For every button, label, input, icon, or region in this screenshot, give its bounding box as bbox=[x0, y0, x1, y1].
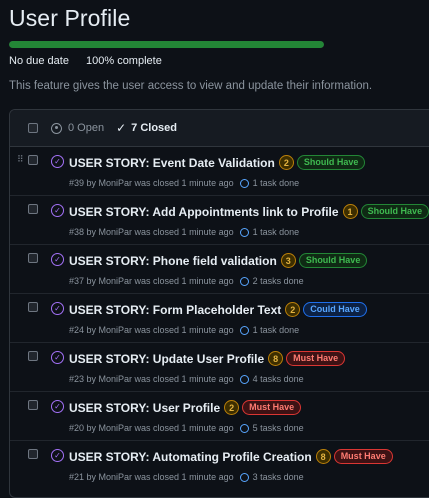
issue-meta-text: #39 by MoniPar was closed 1 minute ago bbox=[69, 178, 234, 188]
task-progress-icon bbox=[239, 423, 249, 433]
priority-label[interactable]: Could Have bbox=[303, 302, 367, 317]
issue-closed-icon: ✓ bbox=[51, 302, 64, 315]
issue-title-link[interactable]: USER STORY: Form Placeholder Text bbox=[69, 303, 281, 317]
issue-title-line: USER STORY: Event Date Validation 2 Shou… bbox=[69, 155, 366, 170]
issue-checkbox[interactable] bbox=[28, 449, 38, 459]
issue-meta: #20 by MoniPar was closed 1 minute ago 5… bbox=[69, 423, 304, 433]
check-icon: ✓ bbox=[116, 121, 127, 135]
issue-list-header: 0 Open ✓ 7 Closed bbox=[10, 110, 429, 147]
story-points-badge: 2 bbox=[224, 400, 240, 415]
drag-handle-icon[interactable]: ⠿ bbox=[17, 155, 24, 164]
issue-checkbox[interactable] bbox=[28, 155, 38, 165]
issue-meta: #38 by MoniPar was closed 1 minute ago 1… bbox=[69, 227, 299, 237]
priority-label[interactable]: Should Have bbox=[296, 155, 366, 170]
issue-closed-icon: ✓ bbox=[51, 253, 64, 266]
issue-meta-text: #20 by MoniPar was closed 1 minute ago bbox=[69, 423, 234, 433]
milestone-title: User Profile bbox=[9, 5, 131, 31]
milestone-progress-bar bbox=[9, 41, 324, 48]
issue-title-link[interactable]: USER STORY: Phone field validation bbox=[69, 254, 277, 268]
issue-checkbox[interactable] bbox=[28, 400, 38, 410]
story-points-badge: 8 bbox=[315, 449, 331, 464]
task-count: 1 task done bbox=[252, 178, 300, 188]
issue-row[interactable]: ⠿ ✓ USER STORY: Event Date Validation 2 S… bbox=[10, 147, 429, 196]
issue-closed-icon: ✓ bbox=[51, 449, 64, 462]
milestone-meta: No due date 100% complete bbox=[9, 55, 176, 67]
closed-count: 7 Closed bbox=[131, 122, 178, 134]
task-progress-icon bbox=[239, 178, 249, 188]
task-progress-icon bbox=[239, 227, 249, 237]
issue-meta-text: #24 by MoniPar was closed 1 minute ago bbox=[69, 325, 234, 335]
story-points-badge: 3 bbox=[280, 253, 296, 268]
issue-checkbox[interactable] bbox=[28, 204, 38, 214]
issue-meta-text: #21 by MoniPar was closed 1 minute ago bbox=[69, 472, 234, 482]
issue-rows: ⠿ ✓ USER STORY: Event Date Validation 2 S… bbox=[10, 147, 429, 490]
issue-title-link[interactable]: USER STORY: Automating Profile Creation bbox=[69, 450, 312, 464]
open-filter-tab[interactable]: 0 Open bbox=[51, 122, 104, 134]
task-count: 4 tasks done bbox=[252, 374, 304, 384]
priority-label[interactable]: Must Have bbox=[333, 449, 393, 464]
task-count: 2 tasks done bbox=[252, 276, 304, 286]
issue-row[interactable]: ✓ USER STORY: Phone field validation 3 S… bbox=[10, 245, 429, 294]
issue-list: 0 Open ✓ 7 Closed ⠿ ✓ USER STORY: Event D… bbox=[9, 109, 429, 498]
issue-title-line: USER STORY: Form Placeholder Text 2 Coul… bbox=[69, 302, 367, 317]
issue-meta: #21 by MoniPar was closed 1 minute ago 3… bbox=[69, 472, 304, 482]
priority-label[interactable]: Should Have bbox=[298, 253, 368, 268]
progress-fill bbox=[9, 41, 324, 48]
issue-meta: #23 by MoniPar was closed 1 minute ago 4… bbox=[69, 374, 304, 384]
task-progress-icon bbox=[239, 276, 249, 286]
completion-percent: 100% complete bbox=[86, 55, 162, 67]
issue-title-line: USER STORY: Update User Profile 8 Must H… bbox=[69, 351, 346, 366]
task-progress-icon bbox=[239, 325, 249, 335]
issue-meta: #37 by MoniPar was closed 1 minute ago 2… bbox=[69, 276, 304, 286]
priority-label[interactable]: Must Have bbox=[242, 400, 302, 415]
priority-label[interactable]: Should Have bbox=[360, 204, 429, 219]
issue-checkbox[interactable] bbox=[28, 253, 38, 263]
issue-title-line: USER STORY: User Profile 2 Must Have bbox=[69, 400, 302, 415]
task-count: 3 tasks done bbox=[252, 472, 304, 482]
story-points-badge: 8 bbox=[268, 351, 284, 366]
task-progress-icon bbox=[239, 374, 249, 384]
issue-title-link[interactable]: USER STORY: Event Date Validation bbox=[69, 156, 275, 170]
issue-title-line: USER STORY: Automating Profile Creation … bbox=[69, 449, 393, 464]
closed-filter-tab[interactable]: ✓ 7 Closed bbox=[116, 121, 177, 135]
issue-closed-icon: ✓ bbox=[51, 400, 64, 413]
task-count: 5 tasks done bbox=[252, 423, 304, 433]
issue-title-link[interactable]: USER STORY: User Profile bbox=[69, 401, 220, 415]
issue-checkbox[interactable] bbox=[28, 302, 38, 312]
task-count: 1 task done bbox=[252, 325, 300, 335]
issue-title-link[interactable]: USER STORY: Update User Profile bbox=[69, 352, 264, 366]
issue-row[interactable]: ✓ USER STORY: Add Appointments link to P… bbox=[10, 196, 429, 245]
issue-row[interactable]: ✓ USER STORY: Update User Profile 8 Must… bbox=[10, 343, 429, 392]
issue-meta: #24 by MoniPar was closed 1 minute ago 1… bbox=[69, 325, 299, 335]
milestone-description: This feature gives the user access to vi… bbox=[9, 80, 373, 92]
issue-closed-icon: ✓ bbox=[51, 351, 64, 364]
issue-title-line: USER STORY: Add Appointments link to Pro… bbox=[69, 204, 429, 219]
story-points-badge: 2 bbox=[278, 155, 294, 170]
issue-meta-text: #23 by MoniPar was closed 1 minute ago bbox=[69, 374, 234, 384]
issue-title-line: USER STORY: Phone field validation 3 Sho… bbox=[69, 253, 368, 268]
due-date: No due date bbox=[9, 55, 69, 67]
issue-meta-text: #38 by MoniPar was closed 1 minute ago bbox=[69, 227, 234, 237]
issue-title-link[interactable]: USER STORY: Add Appointments link to Pro… bbox=[69, 205, 339, 219]
issue-row[interactable]: ✓ USER STORY: User Profile 2 Must Have #… bbox=[10, 392, 429, 441]
priority-label[interactable]: Must Have bbox=[286, 351, 346, 366]
issue-meta-text: #37 by MoniPar was closed 1 minute ago bbox=[69, 276, 234, 286]
story-points-badge: 1 bbox=[342, 204, 358, 219]
story-points-badge: 2 bbox=[285, 302, 301, 317]
select-all-checkbox[interactable] bbox=[28, 123, 38, 133]
issue-open-icon bbox=[51, 122, 62, 134]
issue-checkbox[interactable] bbox=[28, 351, 38, 361]
issue-row[interactable]: ✓ USER STORY: Form Placeholder Text 2 Co… bbox=[10, 294, 429, 343]
open-count: 0 Open bbox=[68, 122, 105, 134]
task-progress-icon bbox=[239, 472, 249, 482]
task-count: 1 task done bbox=[252, 227, 300, 237]
issue-closed-icon: ✓ bbox=[51, 155, 64, 168]
issue-closed-icon: ✓ bbox=[51, 204, 64, 217]
issue-row[interactable]: ✓ USER STORY: Automating Profile Creatio… bbox=[10, 441, 429, 490]
issue-meta: #39 by MoniPar was closed 1 minute ago 1… bbox=[69, 178, 299, 188]
